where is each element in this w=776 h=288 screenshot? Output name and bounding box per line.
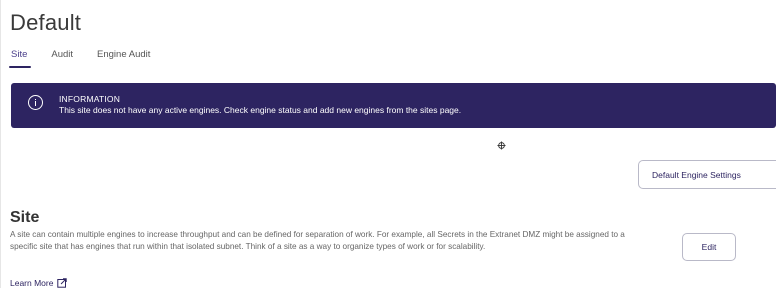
page-title: Default [10, 10, 82, 35]
banner-title: INFORMATION [59, 94, 121, 104]
tab-engine-audit[interactable]: Engine Audit [97, 49, 150, 60]
edit-button[interactable]: Edit [682, 233, 736, 261]
left-border [0, 0, 1, 288]
tab-site[interactable]: Site [8, 49, 32, 68]
learn-more-label: Learn More [10, 278, 54, 288]
external-link-icon [57, 278, 68, 288]
default-engine-settings-button[interactable]: Default Engine Settings [638, 160, 776, 189]
site-section-title: Site [10, 209, 40, 226]
tab-bar: Site Audit Engine Audit [8, 49, 174, 68]
learn-more-link[interactable]: Learn More [10, 278, 68, 288]
site-section-description: A site can contain multiple engines to i… [10, 230, 625, 251]
tab-audit[interactable]: Audit [51, 49, 73, 60]
move-cursor-icon [497, 141, 506, 150]
info-icon [28, 95, 43, 110]
banner-message: This site does not have any active engin… [59, 105, 462, 115]
information-banner: INFORMATION This site does not have any … [11, 83, 776, 128]
